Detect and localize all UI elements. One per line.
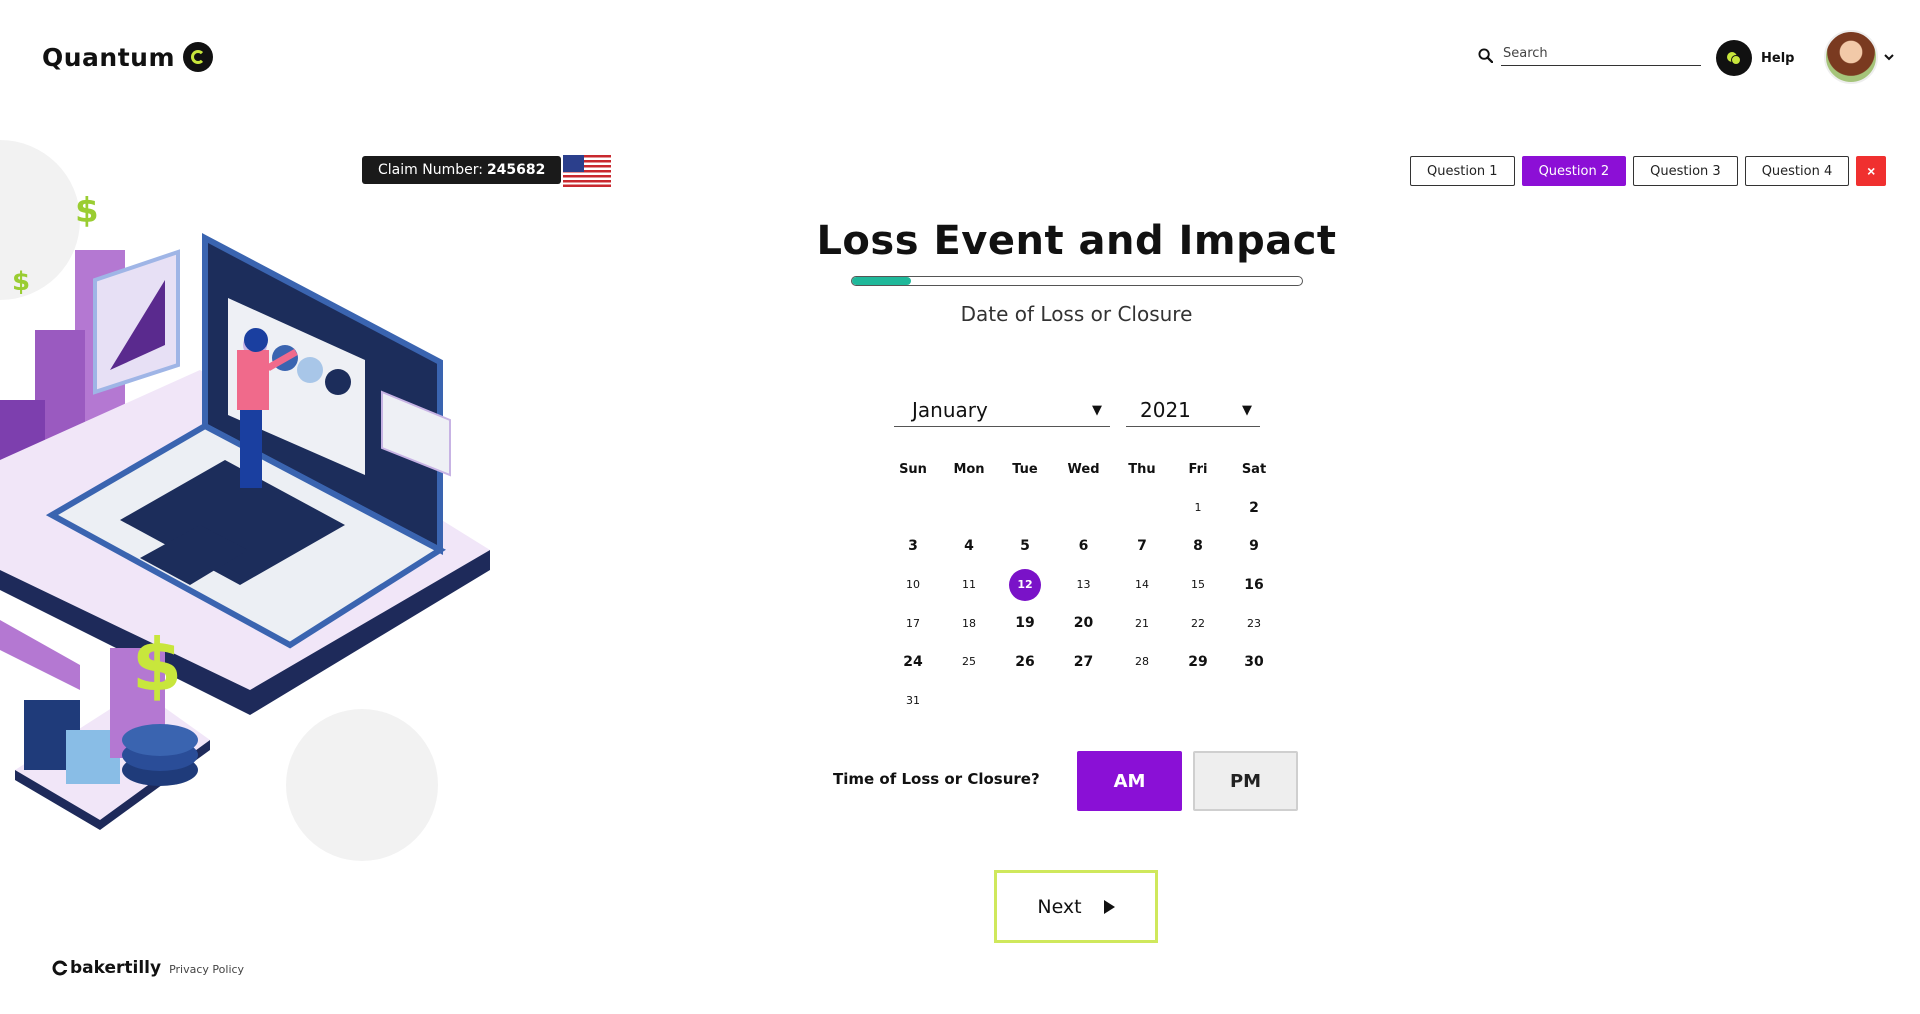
progress-bar (851, 276, 1303, 286)
calendar-day[interactable]: 30 (1226, 654, 1282, 670)
calendar-days: 1 2 3 4 5 6 7 8 9 10 11 12 13 14 15 16 17 18 19 20 21 22 23 24 2… (885, 489, 1282, 720)
search-input[interactable] (1501, 44, 1701, 66)
year-value: 2021 (1140, 398, 1191, 422)
weekday-label: Tue (1012, 461, 1038, 477)
calendar-day[interactable]: 14 (1114, 578, 1170, 591)
tab-question-4[interactable]: Question 4 (1744, 156, 1850, 186)
calendar-day[interactable]: 1 (1170, 501, 1226, 514)
calendar-day[interactable]: 15 (1170, 578, 1226, 591)
calendar-day[interactable]: 3 (885, 538, 941, 554)
page-subtitle: Date of Loss or Closure (960, 302, 1193, 326)
calendar-day[interactable]: 31 (885, 694, 941, 707)
play-arrow-icon (1103, 899, 1115, 914)
question-tabs: Question 1 Question 2 Question 3 Questio… (1410, 156, 1887, 186)
month-select[interactable]: January ▼ (894, 398, 1110, 427)
calendar-day[interactable]: 5 (997, 538, 1053, 554)
bakertilly-text: bakertilly (70, 958, 162, 978)
calendar-week-row: 3456789 (885, 527, 1282, 566)
calendar-grid: Sun Mon Tue Wed Thu Fri Sat 1 2 3 4 5 6 7 8 9 10 1… (885, 450, 1282, 720)
svg-text:$: $ (12, 267, 30, 297)
calendar-day[interactable]: 25 (941, 655, 997, 668)
next-button[interactable]: Next (994, 870, 1158, 943)
calendar-day[interactable]: 27 (1053, 654, 1114, 670)
calendar-day[interactable]: 16 (1226, 577, 1282, 593)
bakertilly-logo: bakertilly (52, 958, 161, 978)
date-selects: January ▼ 2021 ▼ (894, 398, 1260, 427)
chevron-down-icon[interactable] (1884, 53, 1894, 61)
calendar-day-selected[interactable]: 12 (997, 568, 1053, 601)
weekday-label: Wed (1067, 461, 1100, 477)
calendar-day[interactable]: 19 (997, 615, 1053, 631)
weekday-label: Sun (899, 461, 927, 477)
logo-mark-icon (183, 42, 214, 72)
calendar-day[interactable]: 17 (885, 617, 941, 630)
weekday-header: Sun Mon Tue Wed Thu Fri Sat (885, 450, 1282, 489)
logo-text: Quantum (42, 42, 176, 72)
search-icon[interactable] (1478, 47, 1493, 63)
calendar-week-row: 12 (885, 489, 1282, 528)
weekday-label: Fri (1188, 461, 1208, 477)
calendar-day[interactable]: 29 (1170, 654, 1226, 670)
help-chat-icon (1716, 40, 1752, 76)
user-menu[interactable] (1824, 30, 1894, 84)
tab-question-2[interactable]: Question 2 (1521, 156, 1627, 186)
calendar-week-row: 17 18 19 20 21 22 23 (885, 604, 1282, 643)
calendar-day[interactable]: 11 (941, 578, 997, 591)
weekday-label: Thu (1128, 461, 1156, 477)
pm-button[interactable]: PM (1193, 751, 1298, 811)
time-question-label: Time of Loss or Closure? (833, 770, 1040, 788)
close-button[interactable]: × (1856, 156, 1887, 186)
calendar-week-row: 31 (885, 681, 1282, 720)
weekday-label: Sat (1241, 461, 1267, 477)
calendar-week-row: 24 25 26 27 28 29 30 (885, 643, 1282, 682)
calendar-day[interactable]: 26 (997, 654, 1053, 670)
svg-text:$: $ (132, 623, 182, 707)
calendar-day[interactable]: 28 (1114, 655, 1170, 668)
calendar-day[interactable]: 9 (1226, 538, 1282, 554)
tab-question-3[interactable]: Question 3 (1633, 156, 1738, 186)
calendar-day[interactable]: 2 (1226, 500, 1282, 516)
us-flag-icon[interactable] (563, 155, 611, 187)
calendar-day[interactable]: 6 (1053, 538, 1114, 554)
calendar-day[interactable]: 18 (941, 617, 997, 630)
calendar-day[interactable]: 23 (1226, 617, 1282, 630)
calendar-day[interactable]: 7 (1114, 538, 1170, 554)
calendar-day[interactable]: 4 (941, 538, 997, 554)
search-bar (1478, 44, 1701, 66)
caret-down-icon: ▼ (1242, 402, 1252, 418)
bakertilly-mark-icon (52, 960, 68, 976)
help-label: Help (1761, 50, 1795, 66)
progress-fill (852, 277, 911, 285)
calendar-day[interactable]: 13 (1053, 578, 1114, 591)
avatar[interactable] (1824, 30, 1878, 84)
calendar-day[interactable]: 21 (1114, 617, 1170, 630)
calendar-day[interactable]: 24 (885, 654, 941, 670)
calendar-day[interactable]: 22 (1170, 617, 1226, 630)
next-label: Next (1037, 895, 1082, 918)
year-select[interactable]: 2021 ▼ (1126, 398, 1260, 427)
caret-down-icon: ▼ (1092, 402, 1102, 418)
help-button[interactable]: Help (1716, 40, 1794, 76)
app-logo[interactable]: Quantum (42, 42, 214, 72)
calendar-day[interactable]: 8 (1170, 538, 1226, 554)
calendar-day[interactable]: 20 (1053, 615, 1114, 631)
footer: bakertilly Privacy Policy (52, 958, 244, 978)
am-button[interactable]: AM (1077, 751, 1182, 811)
weekday-label: Mon (953, 461, 985, 477)
privacy-policy-link[interactable]: Privacy Policy (169, 963, 244, 978)
month-value: January (912, 398, 988, 422)
calendar-day[interactable]: 10 (885, 578, 941, 591)
selected-day-label: 12 (1009, 568, 1041, 601)
page-title: Loss Event and Impact (816, 218, 1337, 264)
calendar-week-row: 10 11 12 13 14 15 16 (885, 566, 1282, 605)
tab-question-1[interactable]: Question 1 (1410, 156, 1515, 186)
